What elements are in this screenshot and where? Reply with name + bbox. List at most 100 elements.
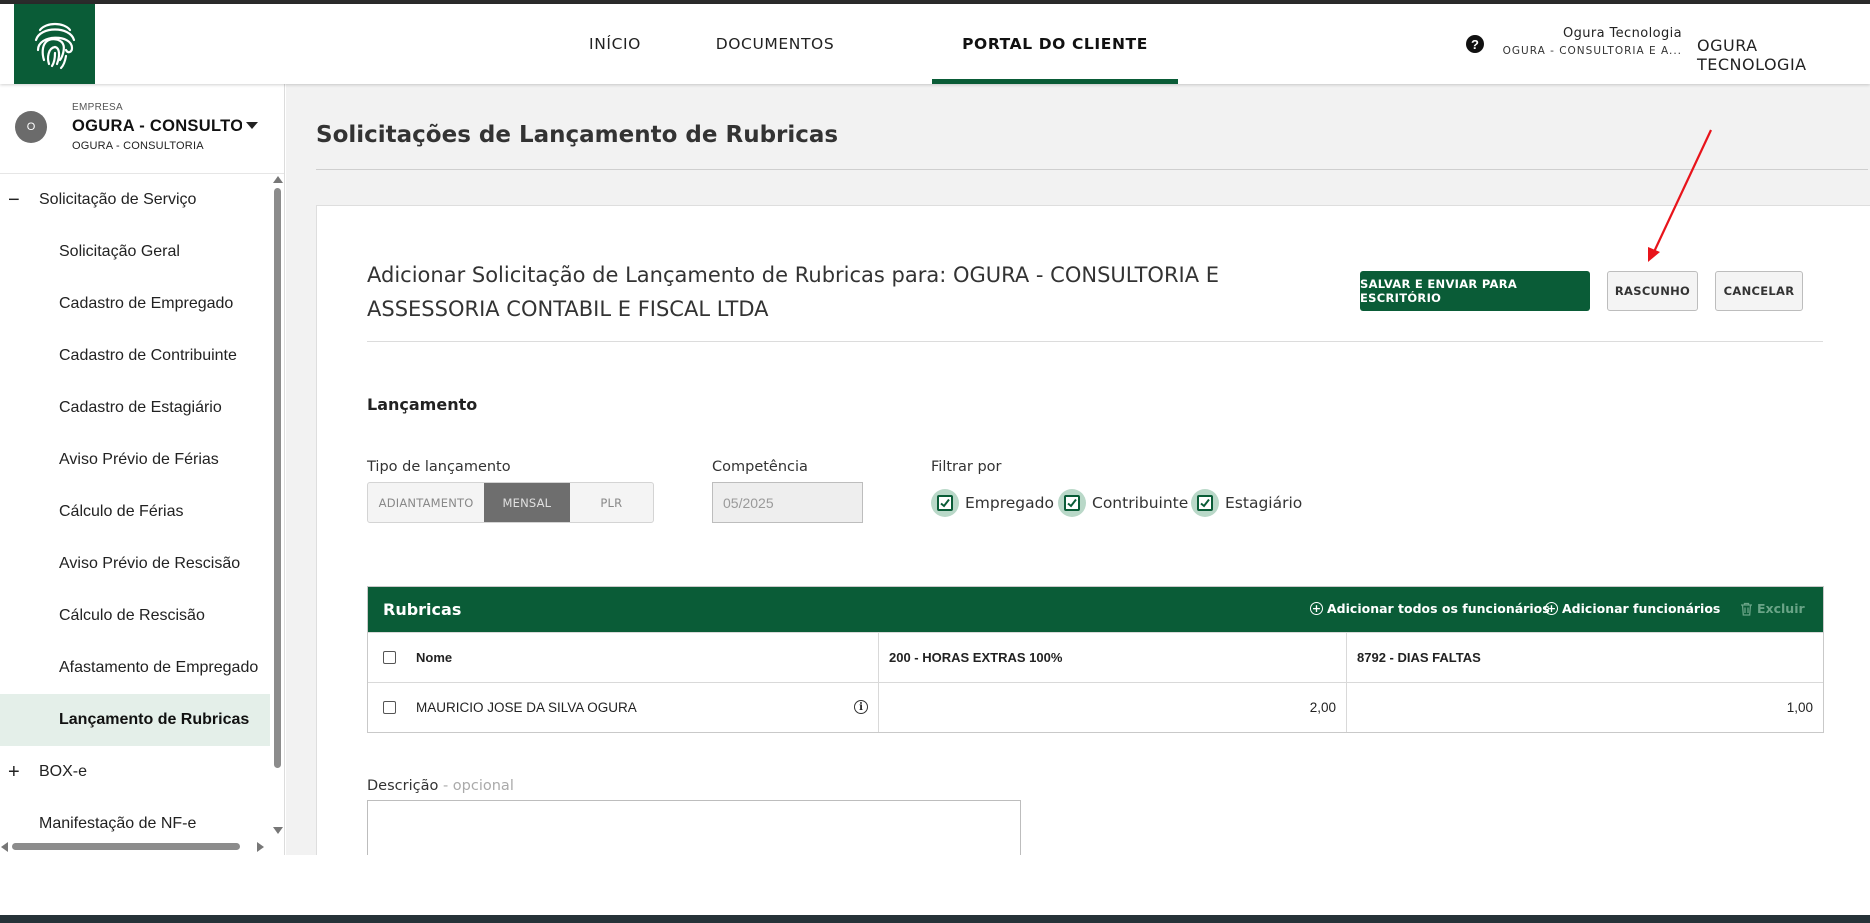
brand-logo[interactable]: [14, 4, 95, 84]
column-header-nome: Nome: [416, 650, 453, 665]
sidebar-item-label: Lançamento de Rubricas: [59, 711, 250, 728]
filtrar-por-label: Filtrar por: [931, 459, 1002, 475]
filter-label: Contribuinte: [1092, 494, 1189, 512]
sidebar-item-label: Solicitação de Serviço: [39, 191, 197, 208]
description-optional-hint: - opcional: [442, 778, 514, 794]
horas-extras-input[interactable]: 2,00: [879, 683, 1347, 732]
sidebar: O EMPRESA OGURA - CONSULTORIA E ASSESSOR…: [0, 84, 285, 855]
rubricas-table: Rubricas + Adicionar todos os funcionári…: [367, 586, 1824, 733]
tipo-option-mensal[interactable]: MENSAL: [484, 483, 570, 522]
cancel-button[interactable]: CANCELAR: [1715, 271, 1803, 311]
sidebar-item-afastamento-empregado[interactable]: Afastamento de Empregado: [0, 642, 270, 694]
scroll-left-arrow-icon[interactable]: [1, 842, 8, 852]
draft-button[interactable]: RASCUNHO: [1607, 271, 1698, 311]
company-name: OGURA - CONSULTORIA E ASSESSORIA: [72, 117, 242, 135]
scroll-down-arrow-icon[interactable]: [273, 827, 283, 834]
sidebar-item-label: Cadastro de Empregado: [59, 295, 234, 312]
sidebar-item-cadastro-estagiario[interactable]: Cadastro de Estagiário: [0, 382, 270, 434]
save-and-send-button[interactable]: SALVAR E ENVIAR PARA ESCRITÓRIO: [1360, 271, 1590, 311]
user-name: Ogura Tecnologia: [1562, 26, 1682, 41]
competencia-label: Competência: [712, 459, 808, 475]
sidebar-item-label: BOX-e: [39, 763, 88, 780]
sidebar-item-label: Cadastro de Estagiário: [59, 399, 222, 416]
plus-circle-icon: +: [1310, 602, 1323, 615]
divider: [316, 169, 1868, 170]
nav-portal-do-cliente[interactable]: PORTAL DO CLIENTE: [932, 4, 1178, 84]
form-card: Adicionar Solicitação de Lançamento de R…: [316, 205, 1870, 855]
scroll-up-arrow-icon[interactable]: [273, 176, 283, 183]
table-toolbar: Rubricas + Adicionar todos os funcionári…: [368, 587, 1823, 632]
sidebar-item-cadastro-contribuinte[interactable]: Cadastro de Contribuinte: [0, 330, 270, 382]
nav-inicio[interactable]: INÍCIO: [540, 4, 690, 84]
description-label: Descrição - opcional: [367, 778, 514, 794]
help-icon[interactable]: ?: [1466, 35, 1484, 53]
filter-estagiario[interactable]: Estagiário: [1191, 489, 1302, 517]
checkbox-checked-icon[interactable]: [1191, 489, 1219, 517]
column-header-dias-faltas: 8792 - DIAS FALTAS: [1357, 650, 1481, 665]
select-all-checkbox[interactable]: [383, 651, 396, 664]
add-employees-button[interactable]: + Adicionar funcionários: [1545, 601, 1720, 616]
company-subtitle: OGURA - CONSULTORIA: [72, 140, 204, 152]
table-title: Rubricas: [383, 600, 462, 619]
tipo-option-adiantamento[interactable]: ADIANTAMENTO: [368, 483, 484, 522]
sidebar-item-cadastro-empregado[interactable]: Cadastro de Empregado: [0, 278, 270, 330]
sidebar-menu: − Solicitação de Serviço Solicitação Ger…: [0, 174, 270, 850]
collapse-minus-icon[interactable]: −: [8, 174, 20, 226]
dias-faltas-input[interactable]: 1,00: [1347, 683, 1823, 732]
scrollbar-thumb[interactable]: [274, 188, 281, 768]
sidebar-item-label: Cálculo de Férias: [59, 503, 184, 520]
sidebar-item-calculo-ferias[interactable]: Cálculo de Férias: [0, 486, 270, 538]
table-row: MAURICIO JOSE DA SILVA OGURA i 2,00 1,00: [368, 682, 1823, 732]
nav-documentos[interactable]: DOCUMENTOS: [690, 4, 860, 84]
column-header-horas-extras: 200 - HORAS EXTRAS 100%: [889, 650, 1063, 665]
company-avatar: O: [15, 111, 47, 143]
sidebar-item-aviso-previo-ferias[interactable]: Aviso Prévio de Férias: [0, 434, 270, 486]
action-label: Adicionar todos os funcionários: [1327, 601, 1550, 616]
table-header-row: Nome 200 - HORAS EXTRAS 100% 8792 - DIAS…: [368, 632, 1823, 682]
divider: [367, 341, 1823, 342]
filter-empregado[interactable]: Empregado: [931, 489, 1054, 517]
sidebar-item-label: Cadastro de Contribuinte: [59, 347, 237, 364]
sidebar-item-solicitacao-geral[interactable]: Solicitação Geral: [0, 226, 270, 278]
sidebar-item-aviso-previo-rescisao[interactable]: Aviso Prévio de Rescisão: [0, 538, 270, 590]
main-nav: INÍCIO DOCUMENTOS PORTAL DO CLIENTE: [540, 4, 1178, 84]
org-name[interactable]: OGURA TECNOLOGIA: [1697, 36, 1870, 74]
info-icon[interactable]: i: [854, 700, 868, 714]
sidebar-item-calculo-rescisao[interactable]: Cálculo de Rescisão: [0, 590, 270, 642]
add-all-employees-button[interactable]: + Adicionar todos os funcionários: [1310, 601, 1550, 616]
filter-label: Estagiário: [1225, 494, 1303, 512]
sidebar-item-box-e[interactable]: + BOX-e: [0, 746, 270, 798]
action-label: Excluir: [1757, 601, 1805, 616]
sidebar-item-label: Aviso Prévio de Férias: [59, 451, 219, 468]
sidebar-item-solicitacao-servico[interactable]: − Solicitação de Serviço: [0, 174, 270, 226]
checkbox-checked-icon[interactable]: [1058, 489, 1086, 517]
page-title: Solicitações de Lançamento de Rubricas: [316, 122, 839, 148]
dias-faltas-value: 1,00: [1786, 700, 1813, 715]
company-selector[interactable]: O EMPRESA OGURA - CONSULTORIA E ASSESSOR…: [0, 84, 284, 174]
row-checkbox[interactable]: [383, 701, 396, 714]
form-title: Adicionar Solicitação de Lançamento de R…: [367, 263, 1220, 321]
user-menu[interactable]: Ogura Tecnologia OGURA - CONSULTORIA E A…: [1503, 26, 1682, 57]
user-company: OGURA - CONSULTORIA E A...: [1502, 45, 1682, 57]
scrollbar-thumb[interactable]: [12, 843, 240, 850]
competencia-input[interactable]: 05/2025: [712, 482, 863, 523]
filter-contribuinte[interactable]: Contribuinte: [1058, 489, 1188, 517]
horas-extras-value: 2,00: [1309, 700, 1336, 715]
scroll-right-arrow-icon[interactable]: [257, 842, 264, 852]
sidebar-item-label: Manifestação de NF-e: [39, 815, 197, 832]
top-header: INÍCIO DOCUMENTOS PORTAL DO CLIENTE ? Og…: [0, 4, 1870, 84]
sidebar-item-label: Afastamento de Empregado: [59, 659, 259, 676]
sidebar-item-lancamento-rubricas[interactable]: Lançamento de Rubricas: [0, 694, 270, 746]
tipo-lancamento-toggle: ADIANTAMENTO MENSAL PLR: [367, 482, 654, 523]
sidebar-horizontal-scrollbar[interactable]: [0, 840, 270, 852]
delete-button[interactable]: Excluir: [1740, 601, 1805, 616]
caret-down-icon[interactable]: [246, 122, 258, 129]
plus-circle-icon: +: [1545, 602, 1558, 615]
checkbox-checked-icon[interactable]: [931, 489, 959, 517]
description-textarea[interactable]: [367, 800, 1021, 855]
tipo-lancamento-label: Tipo de lançamento: [367, 459, 511, 475]
description-label-text: Descrição: [367, 778, 439, 794]
tipo-option-plr[interactable]: PLR: [570, 483, 653, 522]
expand-plus-icon[interactable]: +: [8, 746, 20, 798]
sidebar-vertical-scrollbar[interactable]: [271, 174, 283, 834]
